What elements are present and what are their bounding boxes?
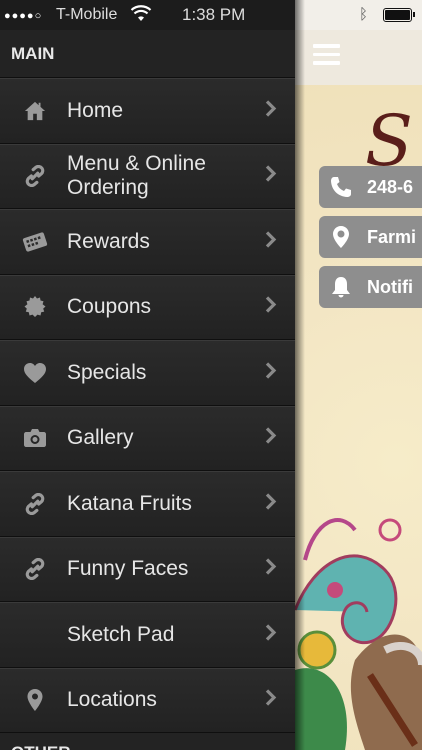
link-icon [22, 491, 48, 517]
menu-item-label: Coupons [67, 295, 152, 319]
chevron-right-icon [265, 492, 277, 515]
section-header-other: OTHER [0, 733, 295, 750]
call-button[interactable]: 248-6 [319, 166, 422, 208]
signal-strength-icon: ●●●●○ [4, 10, 43, 22]
phone-icon [331, 177, 351, 197]
chevron-right-icon [265, 427, 277, 450]
chevron-right-icon [265, 623, 277, 646]
chevron-right-icon [265, 165, 277, 188]
menu-item-label: Specials [67, 360, 147, 384]
chevron-right-icon [265, 296, 277, 319]
location-pin-icon [22, 687, 48, 713]
chevron-right-icon [265, 230, 277, 253]
notifications-button-label: Notifi [367, 277, 413, 297]
link-icon [22, 556, 48, 582]
link-icon [22, 163, 48, 189]
menu-item-home[interactable]: Home [0, 78, 295, 144]
battery-icon [383, 8, 412, 22]
status-bar-right: ᛒ [295, 0, 422, 30]
chevron-right-icon [265, 689, 277, 712]
menu-item-funny-faces[interactable]: Funny Faces [0, 536, 295, 602]
location-pin-icon [333, 226, 349, 248]
chevron-right-icon [265, 558, 277, 581]
home-icon [22, 98, 48, 124]
menu-item-label: Katana Fruits [67, 491, 192, 515]
notifications-button[interactable]: Notifi [319, 266, 422, 308]
menu-item-label: Home [67, 98, 124, 122]
menu-item-gallery[interactable]: Gallery [0, 405, 295, 471]
card-icon [22, 229, 48, 255]
menu-item-coupons[interactable]: Coupons [0, 274, 295, 340]
hamburger-menu-icon[interactable] [313, 44, 340, 66]
menu-list: Home Menu & Online Ordering Rewards Coupons… [0, 78, 295, 733]
status-bar-left: ●●●●○ T-Mobile 1:38 PM [0, 0, 295, 30]
menu-item-specials[interactable]: Specials [0, 340, 295, 406]
address-button[interactable]: Farmi [319, 216, 422, 258]
menu-item-label: Sketch Pad [67, 622, 175, 646]
menu-item-label: Gallery [67, 426, 134, 450]
bluetooth-icon: ᛒ [359, 6, 369, 23]
call-button-label: 248-6 [367, 177, 414, 197]
menu-item-sketch-pad[interactable]: Sketch Pad [0, 602, 295, 668]
menu-item-menu-and-online-ordering[interactable]: Menu & Online Ordering [0, 143, 295, 209]
main-content: S 248-6 Farmi Notifi [295, 30, 422, 750]
badge-icon [22, 294, 48, 320]
chevron-right-icon [265, 361, 277, 384]
menu-item-locations[interactable]: Locations [0, 667, 295, 733]
menu-item-rewards[interactable]: Rewards [0, 209, 295, 275]
menu-item-label: Rewards [67, 229, 150, 253]
section-header-main: MAIN [0, 30, 295, 78]
top-bar [295, 30, 422, 85]
wifi-icon [130, 5, 152, 21]
carrier-name: T-Mobile [56, 6, 118, 23]
empty-icon-slot [22, 622, 48, 648]
clock: 1:38 PM [182, 5, 246, 24]
decorative-paisley-art [295, 518, 422, 750]
heart-icon [22, 360, 48, 386]
menu-item-label: Menu & Online Ordering [67, 152, 206, 200]
side-menu-drawer: MAIN Home Menu & Online Ordering Rewards Co… [0, 30, 295, 750]
status-bar: ●●●●○ T-Mobile 1:38 PM ᛒ [0, 0, 422, 30]
bell-icon [332, 277, 350, 298]
menu-item-katana-fruits[interactable]: Katana Fruits [0, 471, 295, 537]
menu-item-label: Funny Faces [67, 557, 189, 581]
address-button-label: Farmi [367, 227, 417, 247]
menu-item-label: Locations [67, 688, 157, 712]
camera-icon [22, 425, 48, 451]
chevron-right-icon [265, 99, 277, 122]
